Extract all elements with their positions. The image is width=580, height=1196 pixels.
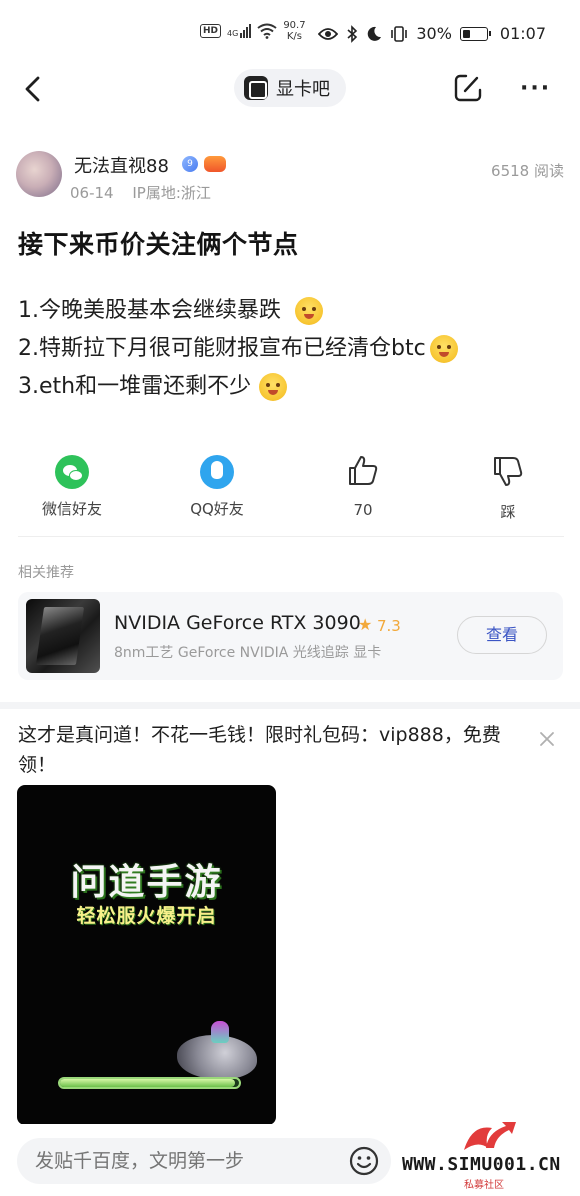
hd-icon: HD [200, 24, 222, 38]
status-left: HD 4G 90.7 K/s [200, 20, 306, 42]
ad-loading-bar-fill [60, 1079, 236, 1087]
share-wechat-label: 微信好友 [41, 500, 102, 518]
ad-game-subtitle: 轻松服火爆开启 [76, 905, 217, 927]
author-meta: 06-14 IP属地:浙江 [70, 182, 225, 203]
network-type-label: 4G [227, 29, 239, 38]
related-heading: 相关推荐 [18, 565, 74, 581]
ad-loading-bar [58, 1077, 241, 1089]
network-speed: 90.7 K/s [283, 20, 305, 42]
reply-input[interactable] [17, 1138, 391, 1184]
view-product-button[interactable]: 查看 [457, 616, 547, 654]
more-options-icon[interactable]: ··· [520, 78, 551, 100]
clock: 01:07 [499, 24, 546, 43]
emoji-icon[interactable] [348, 1145, 380, 1177]
post-title: 接下来币价关注俩个节点 [18, 230, 299, 259]
post-date: 06-14 [70, 184, 114, 202]
post-line: 1.今晚美股基本会继续暴跌 [18, 292, 566, 330]
avatar[interactable] [16, 151, 62, 197]
product-rating: 7.3 [377, 617, 401, 635]
wechat-icon [55, 455, 89, 489]
ad-rider-image [211, 1021, 229, 1043]
compose-icon[interactable] [452, 72, 484, 104]
thumbs-down-icon [494, 457, 523, 486]
post-line: 3.eth和一堆雷还剩不少 [18, 368, 566, 406]
bluetooth-icon [347, 24, 358, 43]
divider [18, 536, 564, 537]
network-speed-unit: K/s [286, 31, 303, 42]
battery-icon [459, 26, 491, 41]
top-navigation-bar: 显卡吧 ··· [0, 66, 580, 112]
dislike-button[interactable]: 踩 [453, 452, 563, 522]
user-level-badge: 9 [182, 156, 198, 172]
post-body: 1.今晚美股基本会继续暴跌 2.特斯拉下月很可能财报宣布已经清仓btc 3.et… [18, 292, 566, 406]
ad-game-title: 问道手游 [70, 862, 223, 903]
status-bar: HD 4G 90.7 K/s 30% 01:07 [0, 0, 580, 66]
wifi-icon [257, 23, 277, 39]
close-icon[interactable] [536, 728, 558, 750]
thumbs-up-icon [349, 456, 378, 485]
status-right: 30% 01:07 [318, 24, 546, 43]
back-arrow-icon[interactable] [22, 72, 52, 106]
section-divider [0, 702, 580, 709]
watermark-logo-icon [464, 1122, 516, 1150]
post-line-text: 2.特斯拉下月很可能财报宣布已经清仓btc [18, 336, 426, 361]
bottom-reply-bar: WWW.SIMU001.CN 私募社区 [0, 1122, 580, 1196]
forum-logo-icon [244, 76, 268, 100]
qq-penguin-icon [200, 455, 234, 489]
share-qq-label: QQ好友 [190, 500, 244, 518]
battery-percent: 30% [416, 24, 452, 43]
covering-mouth-emoji-icon [429, 335, 458, 363]
forum-name: 显卡吧 [276, 79, 330, 100]
watermark-subtext: 私募社区 [464, 1180, 504, 1191]
watermark: WWW.SIMU001.CN 私募社区 [400, 1122, 580, 1196]
eye-icon [318, 27, 339, 40]
like-button[interactable]: 70 [308, 452, 418, 519]
gamepad-badge-icon [204, 156, 226, 172]
do-not-disturb-moon-icon [368, 26, 382, 41]
share-and-vote-row: 微信好友 QQ好友 70 踩 [0, 452, 580, 522]
network-speed-value: 90.7 [283, 20, 306, 31]
ip-location: IP属地:浙江 [132, 184, 211, 202]
like-count: 70 [353, 501, 373, 519]
yum-emoji-icon [259, 373, 288, 401]
star-icon: ★ [358, 615, 373, 634]
product-description: 8nm工艺 GeForce NVIDIA 光线追踪 显卡 [114, 645, 382, 661]
post-line-text: 1.今晚美股基本会继续暴跌 [18, 298, 281, 323]
ad-text[interactable]: 这才是真问道！不花一毛钱！限时礼包码：vip888，免费领！ [18, 720, 518, 780]
post-line: 2.特斯拉下月很可能财报宣布已经清仓btc [18, 330, 566, 368]
watermark-text: WWW.SIMU001.CN [402, 1154, 561, 1175]
grinning-emoji-icon [295, 297, 323, 325]
forum-entry-button[interactable]: 显卡吧 [234, 69, 346, 107]
author-name[interactable]: 无法直视88 [74, 152, 169, 178]
ad-video[interactable]: 问道手游 轻松服火爆开启 [17, 785, 276, 1125]
product-name: NVIDIA GeForce RTX 3090 [114, 612, 361, 634]
share-wechat-button[interactable]: 微信好友 [17, 452, 127, 519]
author-row: 无法直视88 9 06-14 IP属地:浙江 6518 阅读 [16, 148, 564, 204]
cellular-signal-icon: 4G [227, 24, 252, 38]
share-qq-button[interactable]: QQ好友 [162, 452, 272, 519]
vibrate-icon [391, 25, 408, 42]
view-count: 6518 阅读 [491, 162, 564, 180]
dislike-label: 踩 [500, 503, 516, 521]
related-product-card[interactable]: NVIDIA GeForce RTX 3090 ★ 7.3 8nm工艺 GeFo… [18, 592, 563, 680]
post-line-text: 3.eth和一堆雷还剩不少 [18, 374, 252, 399]
product-image [26, 599, 100, 673]
